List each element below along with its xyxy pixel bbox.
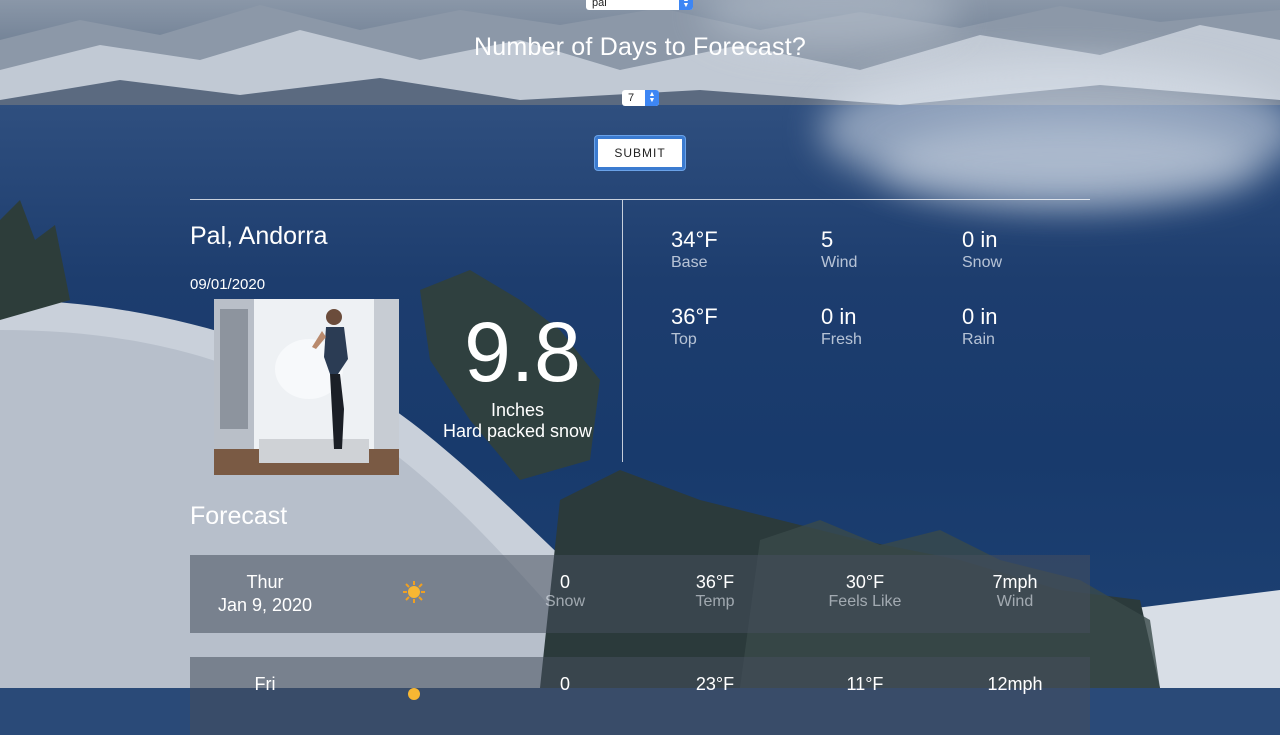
- days-select-value: 7: [628, 92, 635, 104]
- forecast-feels-like: 11°F: [846, 674, 884, 694]
- forecast-day: Fri: [254, 674, 276, 694]
- stat-rain: 0 in Rain: [962, 304, 998, 348]
- forecast-day: Thur: [246, 572, 284, 592]
- snow-depth-value: 9.8: [464, 305, 581, 399]
- forecast-snow: 0 Snow: [544, 572, 586, 610]
- forecast-snow: 0: [559, 674, 570, 694]
- forecast-row: Thur Jan 9, 2020 0 Snow 36°F Temp 30°F Feel…: [190, 555, 1090, 633]
- forecast-feels-like: 30°F Feels Like: [828, 572, 902, 610]
- sun-icon: [408, 688, 420, 700]
- location-select-value: pal: [592, 0, 607, 9]
- sun-icon: [403, 581, 425, 603]
- forecast-title: Forecast: [190, 502, 288, 530]
- chevron-updown-icon: ▲▼: [645, 90, 659, 106]
- forecast-temp: 36°F Temp: [695, 572, 735, 610]
- resort-photo: [214, 299, 399, 475]
- stat-wind: 5 Wind: [821, 227, 858, 271]
- chevron-updown-icon: ▲▼: [679, 0, 693, 10]
- days-question: Number of Days to Forecast?: [474, 33, 806, 61]
- days-select[interactable]: 7 ▲ ▼: [622, 90, 659, 106]
- stat-base: 34°F Base: [671, 227, 718, 271]
- forecast-wind: 12mph: [987, 674, 1043, 694]
- location-select[interactable]: pal ▲▼: [586, 0, 693, 10]
- resort-name: Pal, Andorra: [190, 222, 328, 250]
- submit-button[interactable]: SUBMIT: [595, 136, 685, 170]
- forecast-wind: 7mph Wind: [992, 572, 1038, 610]
- stat-top: 36°F Top: [671, 304, 718, 348]
- snow-depth-unit: Inches: [490, 400, 545, 420]
- stat-snow: 0 in Snow: [962, 227, 1003, 271]
- stat-fresh: 0 in Fresh: [821, 304, 862, 348]
- snow-condition: Hard packed snow: [442, 421, 593, 441]
- divider-horizontal: [190, 199, 1090, 200]
- forecast-date: Jan 9, 2020: [217, 595, 313, 615]
- forecast-row: Fri 0 23°F 11°F 12mph: [190, 657, 1090, 735]
- report-date: 09/01/2020: [190, 276, 266, 293]
- forecast-temp: 23°F: [695, 674, 735, 694]
